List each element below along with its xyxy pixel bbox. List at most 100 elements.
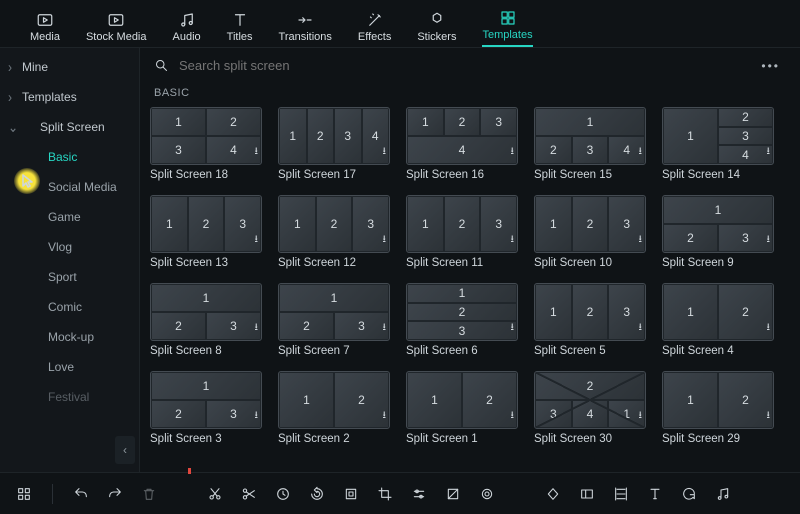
tab-titles[interactable]: Titles — [227, 11, 253, 47]
mask-icon[interactable] — [479, 486, 495, 502]
redo-icon[interactable] — [107, 486, 123, 502]
download-icon[interactable]: ⭳ — [511, 320, 515, 337]
layout-cell: 2 — [718, 372, 773, 428]
download-icon[interactable]: ⭳ — [767, 320, 771, 337]
layout-cell: 3 — [572, 136, 609, 164]
cut-icon[interactable] — [207, 486, 223, 502]
layout-cell: 2 — [718, 284, 773, 340]
sidebar-sub-sport[interactable]: Sport — [0, 262, 139, 292]
download-icon[interactable]: ⭳ — [383, 408, 387, 425]
template-card[interactable]: 1234⭳Split Screen 17 — [278, 107, 390, 181]
speed-icon[interactable] — [275, 486, 291, 502]
delete-icon[interactable] — [141, 486, 157, 502]
layout-cell: 2 — [407, 303, 517, 322]
sidebar-sub-festival[interactable]: Festival — [0, 382, 139, 412]
fit-icon[interactable] — [343, 486, 359, 502]
layout-cell: 4 — [718, 145, 773, 164]
titles-icon — [231, 11, 249, 29]
download-icon[interactable]: ⭳ — [639, 232, 643, 249]
download-icon[interactable]: ⭳ — [511, 408, 515, 425]
sidebar-sub-comic[interactable]: Comic — [0, 292, 139, 322]
download-icon[interactable]: ⭳ — [383, 144, 387, 161]
tab-audio[interactable]: Audio — [173, 11, 201, 47]
sidebar-sub-love[interactable]: Love — [0, 352, 139, 382]
scissors-icon[interactable] — [241, 486, 257, 502]
transitions-icon — [296, 11, 314, 29]
timeline-marker — [188, 468, 191, 474]
download-icon[interactable]: ⭳ — [511, 144, 515, 161]
search-input[interactable] — [179, 58, 751, 73]
template-card[interactable]: 123⭳Split Screen 10 — [534, 195, 646, 269]
template-card[interactable]: 1234⭳Split Screen 18 — [150, 107, 262, 181]
download-icon[interactable]: ⭳ — [383, 232, 387, 249]
more-button[interactable]: ••• — [761, 59, 786, 73]
layout-cell: 2 — [535, 372, 645, 400]
template-card[interactable]: 12⭳Split Screen 1 — [406, 371, 518, 445]
download-icon[interactable]: ⭳ — [255, 320, 259, 337]
download-icon[interactable]: ⭳ — [639, 408, 643, 425]
download-icon[interactable]: ⭳ — [767, 144, 771, 161]
sidebar-item-mine[interactable]: Mine — [0, 52, 139, 82]
template-card[interactable]: 123⭳Split Screen 9 — [662, 195, 774, 269]
template-card[interactable]: 123⭳Split Screen 12 — [278, 195, 390, 269]
download-icon[interactable]: ⭳ — [255, 232, 259, 249]
template-card[interactable]: 123⭳Split Screen 7 — [278, 283, 390, 357]
tab-effects[interactable]: Effects — [358, 11, 391, 47]
template-card[interactable]: 123⭳Split Screen 6 — [406, 283, 518, 357]
align-icon[interactable] — [613, 486, 629, 502]
download-icon[interactable]: ⭳ — [767, 408, 771, 425]
template-card[interactable]: 12⭳Split Screen 29 — [662, 371, 774, 445]
adjust-icon[interactable] — [411, 486, 427, 502]
template-card[interactable]: 1234⭳Split Screen 16 — [406, 107, 518, 181]
template-card[interactable]: 1234⭳Split Screen 15 — [534, 107, 646, 181]
undo-icon[interactable] — [73, 486, 89, 502]
download-icon[interactable]: ⭳ — [639, 320, 643, 337]
download-icon[interactable]: ⭳ — [383, 320, 387, 337]
download-icon[interactable]: ⭳ — [255, 144, 259, 161]
refresh-icon[interactable] — [681, 486, 697, 502]
download-icon[interactable]: ⭳ — [639, 144, 643, 161]
tab-transitions[interactable]: Transitions — [279, 11, 332, 47]
template-card[interactable]: 123⭳Split Screen 8 — [150, 283, 262, 357]
template-thumbnail: 123⭳ — [406, 283, 518, 341]
sidebar-sub-vlog[interactable]: Vlog — [0, 232, 139, 262]
tab-templates-label: Templates — [482, 29, 532, 41]
tab-effects-label: Effects — [358, 31, 391, 43]
sidebar-item-split-screen[interactable]: Split Screen — [0, 112, 139, 142]
template-card[interactable]: 1234⭳Split Screen 14 — [662, 107, 774, 181]
template-card[interactable]: 12⭳Split Screen 2 — [278, 371, 390, 445]
template-card[interactable]: 123⭳Split Screen 5 — [534, 283, 646, 357]
rotate-icon[interactable] — [309, 486, 325, 502]
template-title: Split Screen 2 — [278, 433, 390, 445]
template-card[interactable]: 12⭳Split Screen 4 — [662, 283, 774, 357]
cursor-highlight — [14, 168, 40, 194]
text-icon[interactable] — [647, 486, 663, 502]
sidebar-item-templates[interactable]: Templates — [0, 82, 139, 112]
sidebar-sub-game[interactable]: Game — [0, 202, 139, 232]
template-thumbnail: 1234⭳ — [278, 107, 390, 165]
music-icon[interactable] — [715, 486, 731, 502]
download-icon[interactable]: ⭳ — [767, 232, 771, 249]
sidebar-sub-mockup[interactable]: Mock-up — [0, 322, 139, 352]
layout-cell: 1 — [151, 284, 261, 312]
template-card[interactable]: 2341⭳Split Screen 30 — [534, 371, 646, 445]
tab-stock-media[interactable]: Stock Media — [86, 11, 147, 47]
layout-cell: 1 — [151, 372, 261, 400]
crop-icon[interactable] — [377, 486, 393, 502]
download-icon[interactable]: ⭳ — [511, 232, 515, 249]
keyframe-icon[interactable] — [545, 486, 561, 502]
template-card[interactable]: 123⭳Split Screen 3 — [150, 371, 262, 445]
sidebar-sub-basic[interactable]: Basic — [0, 142, 139, 172]
sidebar-collapse-button[interactable]: ‹ — [115, 436, 135, 464]
tab-media[interactable]: Media — [30, 11, 60, 47]
download-icon[interactable]: ⭳ — [255, 408, 259, 425]
color-icon[interactable] — [445, 486, 461, 502]
template-thumbnail: 123⭳ — [534, 195, 646, 253]
template-card[interactable]: 123⭳Split Screen 13 — [150, 195, 262, 269]
grid-view-icon[interactable] — [16, 486, 32, 502]
layout-cell: 1 — [407, 196, 444, 252]
template-card[interactable]: 123⭳Split Screen 11 — [406, 195, 518, 269]
tab-stickers[interactable]: Stickers — [417, 11, 456, 47]
tab-templates[interactable]: Templates — [482, 9, 532, 47]
panel-icon[interactable] — [579, 486, 595, 502]
